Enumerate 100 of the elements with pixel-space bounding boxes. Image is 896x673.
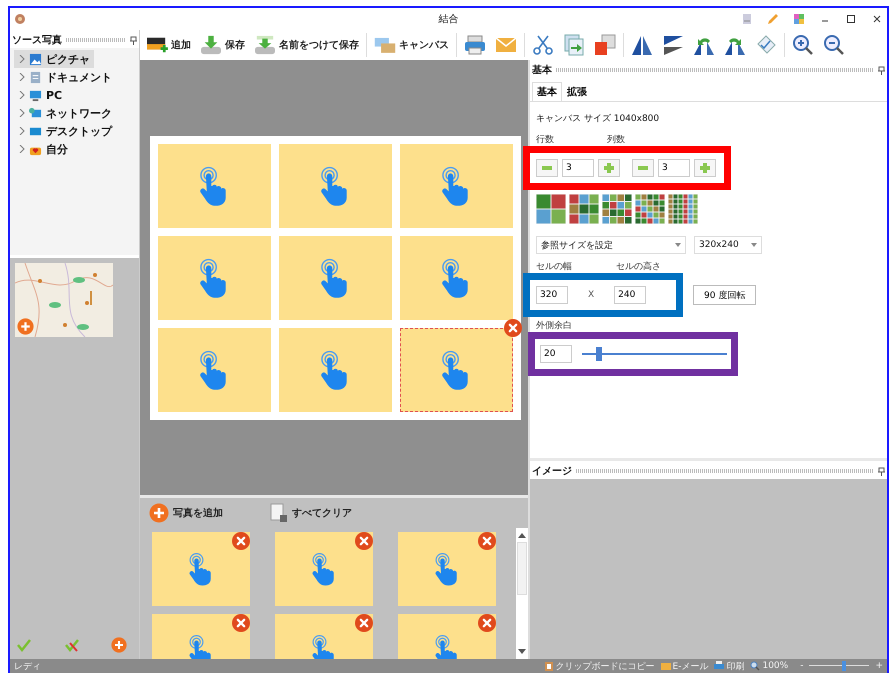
caret-icon [751,243,757,247]
dropdown[interactable]: 参照サイズを設定 [536,236,686,254]
times-sign: X [588,290,594,300]
add-photo-button[interactable]: 写真を追加 [146,503,225,523]
remove-icon[interactable] [478,532,496,550]
palette-icon[interactable] [793,13,805,25]
number-field[interactable]: 240 [614,286,646,304]
image-add-icon [146,35,168,55]
increment-button[interactable] [598,159,620,177]
photo-thumbnail[interactable] [275,532,373,606]
field-label: 列数 [607,134,625,146]
tree-item[interactable]: ピクチャ [14,50,94,68]
remove-icon[interactable] [355,532,373,550]
check-icon[interactable] [16,637,32,653]
number-field[interactable]: 3 [658,159,690,177]
collage-cell[interactable] [400,236,512,320]
remove-icon[interactable] [232,532,250,550]
uncheck-icon[interactable] [64,637,80,653]
tab[interactable]: 基本 [532,82,562,101]
picture-icon [29,52,42,66]
collage-cell[interactable] [278,328,392,412]
field-label: セルの高さ [616,260,661,273]
number-field[interactable]: 3 [562,159,594,177]
chevron-icon[interactable] [18,91,25,99]
flip-icon[interactable] [662,34,684,56]
pin-icon[interactable] [878,466,885,476]
plus-icon [603,162,615,174]
monitor-icon [29,88,42,102]
add-icon[interactable] [148,503,170,523]
documents-icon[interactable] [563,34,585,56]
panel-title: 基本 [532,64,552,77]
zoom-in-icon[interactable] [792,34,814,56]
tree-item[interactable]: ドキュメント [14,68,116,86]
rotate-button[interactable]: 90 度回転 [693,285,756,305]
collage-cell[interactable] [400,144,512,228]
add-icon[interactable] [17,318,34,335]
field-label: 行数 [536,134,554,146]
pencil-icon[interactable] [767,13,779,25]
tree-item[interactable]: デスクトップ [14,122,116,140]
increment-button[interactable] [694,159,716,177]
maximize-icon[interactable] [845,13,857,25]
app-icon [14,13,26,25]
photo-thumbnail[interactable] [152,532,250,606]
chevron-icon[interactable] [18,55,25,63]
tree-item[interactable]: 自分 [14,140,72,158]
collage-cell[interactable] [400,328,512,412]
collage-cell[interactable] [278,144,392,228]
number-field[interactable]: 320 [536,286,568,304]
clear-all-button[interactable]: すべてクリア [265,503,354,523]
decrement-button[interactable] [536,159,558,177]
zoom-out-icon[interactable] [823,34,845,56]
printer-icon [714,661,724,671]
scrollbar[interactable] [516,528,528,659]
window-title: 結合 [438,13,458,26]
remove-icon[interactable] [478,614,496,632]
panel-title: ソース写真 [12,34,62,47]
down-arrow-icon[interactable] [518,649,526,655]
pin-icon[interactable] [130,36,137,44]
toolbar-button[interactable]: キャンバス [372,35,451,55]
chevron-icon[interactable] [18,109,25,117]
toolbar-button[interactable]: 名前をつけて保存 [252,35,361,55]
toolbar-button[interactable]: 追加 [144,35,193,55]
network-icon [29,106,42,120]
slider-thumb[interactable] [596,347,602,361]
remove-icon[interactable] [232,614,250,632]
remove-icon[interactable] [504,318,522,336]
panel-title: イメージ [532,465,572,478]
tab[interactable]: 拡張 [562,82,592,101]
status-text: レディ [14,660,41,672]
canvas-icon [374,35,396,55]
chevron-icon[interactable] [18,73,25,81]
photo-thumbnail[interactable] [398,532,496,606]
pin-icon[interactable] [878,66,885,74]
up-arrow-icon[interactable] [518,532,526,538]
flip-icon[interactable] [631,34,653,56]
slider-thumb[interactable] [842,661,846,671]
collage-cell[interactable] [158,144,270,228]
collage-cell[interactable] [158,328,270,412]
number-field[interactable]: 20 [540,345,572,363]
add-icon[interactable] [111,637,127,653]
tree-item[interactable]: ネットワーク [14,104,116,122]
printer-icon[interactable] [464,34,486,56]
decrement-button[interactable] [632,159,654,177]
chevron-icon[interactable] [18,127,25,135]
collage-cell[interactable] [278,236,392,320]
resize-icon[interactable] [594,34,616,56]
plus-icon [699,162,711,174]
download-icon [200,35,222,55]
margin-slider[interactable] [582,347,727,361]
scissors-icon[interactable] [532,34,554,56]
document-icon[interactable] [741,13,753,25]
remove-icon[interactable] [355,614,373,632]
chevron-icon[interactable] [18,145,25,153]
dropdown[interactable]: 320x240 [694,236,762,254]
zoom-icon [750,661,760,671]
zoom-slider[interactable] [809,661,870,671]
close-icon[interactable] [871,13,883,25]
collage-cell[interactable] [158,236,270,320]
toolbar-button[interactable]: 保存 [198,35,247,55]
tree-item[interactable]: PC [14,86,66,104]
